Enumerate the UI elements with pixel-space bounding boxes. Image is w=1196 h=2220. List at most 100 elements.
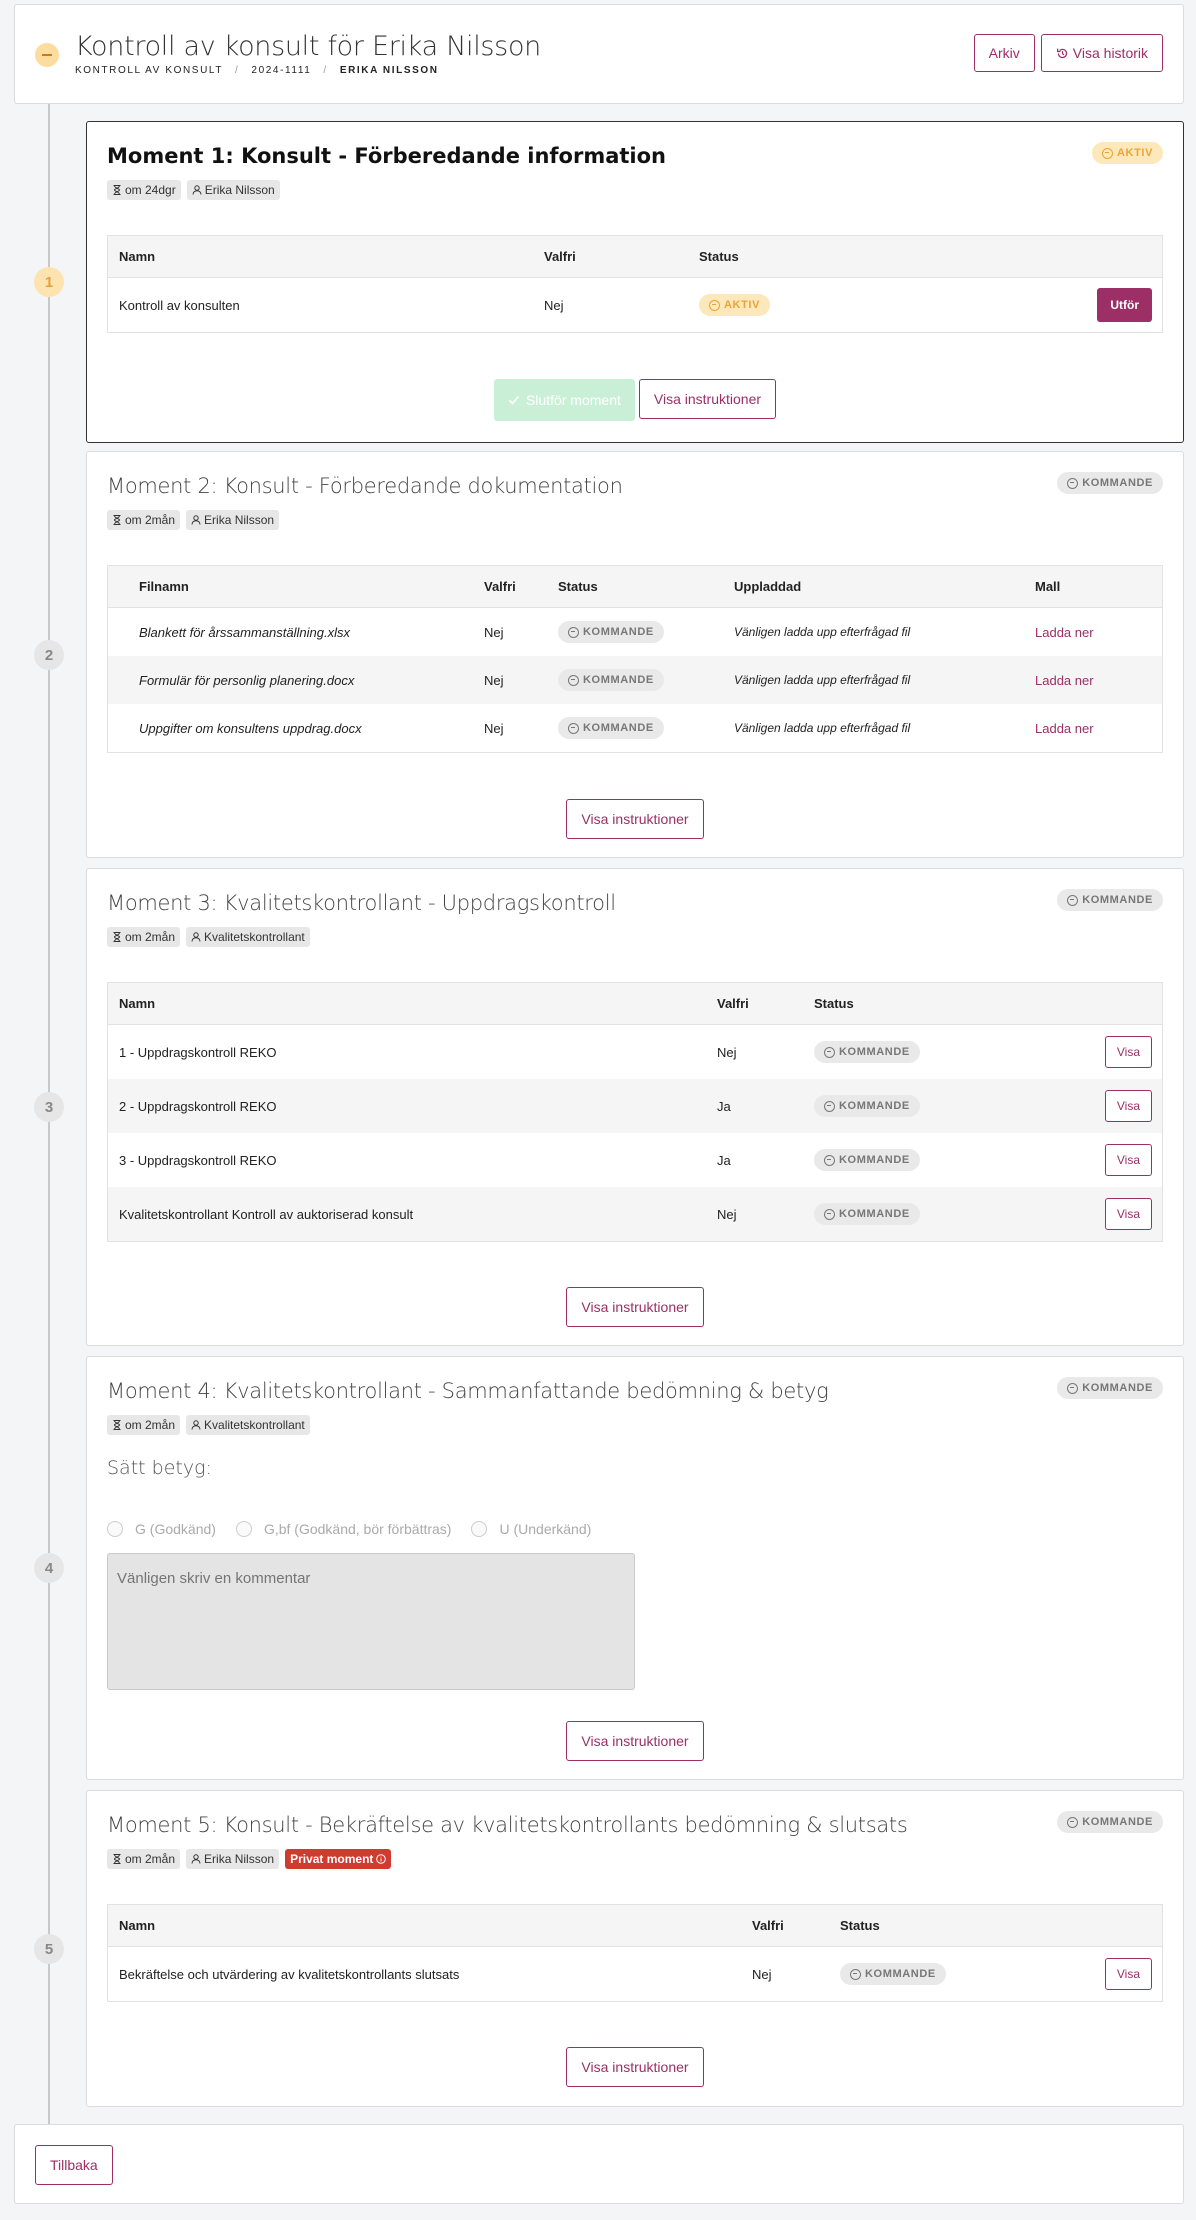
radio-button[interactable] <box>107 1521 123 1537</box>
row-optional: Ja <box>717 1152 731 1168</box>
status-badge-label: KOMMANDE <box>865 1968 936 1980</box>
column-header: Valfri <box>717 996 749 1011</box>
assignee-text: Kvalitetskontrollant <box>204 930 305 944</box>
status-badge: KOMMANDE <box>1057 1377 1163 1399</box>
row-name: 1 - Uppdragskontroll REKO <box>119 1044 277 1060</box>
column-header: Status <box>840 1918 880 1933</box>
status-icon <box>850 1968 861 1980</box>
row-name: 3 - Uppdragskontroll REKO <box>119 1152 277 1168</box>
moment-title: Moment 3: Kvalitetskontrollant - Uppdrag… <box>107 891 616 915</box>
table-row: 1 - Uppdragskontroll REKO Nej KOMMANDE V… <box>108 1025 1162 1079</box>
instructions-button[interactable]: Visa instruktioner <box>638 379 777 419</box>
status-badge: KOMMANDE <box>840 1963 946 1985</box>
status-badge: KOMMANDE <box>814 1095 920 1117</box>
comment-field[interactable] <box>107 1553 635 1690</box>
moment-title: Moment 2: Konsult - Förberedande dokumen… <box>107 474 623 498</box>
due-tag: om 24dgr <box>107 180 181 200</box>
instructions-button[interactable]: Visa instruktioner <box>566 1287 704 1327</box>
assignee-tag: Erika Nilsson <box>186 180 280 200</box>
row-optional: Nej <box>544 297 564 313</box>
status-badge-label: KOMMANDE <box>583 674 654 686</box>
column-header: Filnamn <box>139 579 189 594</box>
status-badge-label: KOMMANDE <box>839 1046 910 1058</box>
moment-3-card: Moment 3: Kvalitetskontrollant - Uppdrag… <box>86 868 1184 1346</box>
moment-5-table: Namn Valfri Status Bekräftelse och utvär… <box>107 1904 1163 2002</box>
view-button[interactable]: Visa <box>1104 1144 1152 1176</box>
download-link[interactable]: Ladda ner <box>1035 721 1094 736</box>
breadcrumb-item[interactable]: KONTROLL AV KONSULT <box>75 65 223 76</box>
assignee-tag: Erika Nilsson <box>186 1849 280 1869</box>
download-link[interactable]: Ladda ner <box>1035 673 1094 688</box>
private-moment-label: Privat moment <box>290 1852 374 1866</box>
hourglass-icon <box>113 1854 121 1864</box>
view-button[interactable]: Visa <box>1104 1198 1152 1230</box>
table-header: Filnamn Valfri Status Uppladdad Mall <box>108 566 1162 608</box>
view-button[interactable]: Visa <box>1104 1036 1152 1068</box>
instructions-button[interactable]: Visa instruktioner <box>566 799 704 839</box>
grade-label: Sätt betyg: <box>107 1457 212 1479</box>
hourglass-icon <box>113 1420 121 1430</box>
table-row: Blankett för årssammanställning.xlsx Nej… <box>108 608 1162 656</box>
row-optional: Nej <box>717 1044 737 1060</box>
status-icon <box>824 1046 835 1058</box>
status-badge: KOMMANDE <box>814 1203 920 1225</box>
instructions-button[interactable]: Visa instruktioner <box>566 1721 704 1761</box>
view-button[interactable]: Visa <box>1104 1958 1152 1990</box>
moment-title: Moment 5: Konsult - Bekräftelse av kvali… <box>107 1813 908 1837</box>
table-row: 2 - Uppdragskontroll REKO Ja KOMMANDE Vi… <box>108 1079 1162 1133</box>
due-tag: om 2mån <box>107 510 181 530</box>
status-badge: KOMMANDE <box>558 621 664 643</box>
step-number: 3 <box>34 1092 64 1122</box>
check-icon <box>508 395 520 405</box>
view-button[interactable]: Visa <box>1104 1090 1152 1122</box>
grade-option-gbf[interactable]: G,bf (Godkänd, bör förbättras) <box>235 1521 451 1537</box>
status-badge-label: KOMMANDE <box>583 722 654 734</box>
back-button[interactable]: Tillbaka <box>35 2145 113 2185</box>
column-header: Namn <box>119 1918 156 1933</box>
archive-button[interactable]: Arkiv <box>973 34 1035 72</box>
table-header: Namn Valfri Status <box>108 236 1162 278</box>
status-badge: KOMMANDE <box>558 717 664 739</box>
radio-button[interactable] <box>235 1521 252 1537</box>
due-tag: om 2mån <box>107 1849 181 1869</box>
instructions-button[interactable]: Visa instruktioner <box>566 2047 704 2087</box>
due-text: om 2mån <box>125 1418 176 1432</box>
column-header: Valfri <box>752 1918 784 1933</box>
assignee-text: Erika Nilsson <box>204 183 275 197</box>
step-number: 1 <box>34 267 64 297</box>
assignee-tag: Erika Nilsson <box>186 510 280 530</box>
row-name: Kvalitetskontrollant Kontroll av auktori… <box>119 1206 414 1222</box>
status-badge-label: AKTIV <box>724 299 760 311</box>
info-icon[interactable] <box>376 1854 387 1864</box>
status-badge-label: KOMMANDE <box>839 1208 910 1220</box>
table-row: Kontroll av konsulten Nej AKTIV Utför <box>108 278 1162 332</box>
status-icon <box>1067 1816 1079 1828</box>
grade-options: G (Godkänd) G,bf (Godkänd, bör förbättra… <box>107 1521 611 1537</box>
radio-button[interactable] <box>471 1521 488 1537</box>
history-button[interactable]: Visa historik <box>1040 34 1163 72</box>
status-icon <box>709 299 720 311</box>
status-badge: KOMMANDE <box>1057 1811 1163 1833</box>
column-header: Mall <box>1035 579 1061 594</box>
step-number: 5 <box>34 1934 64 1964</box>
column-header: Valfri <box>544 249 576 264</box>
status-icon <box>568 674 579 686</box>
status-badge-label: AKTIV <box>1117 147 1153 159</box>
collapse-icon[interactable] <box>35 43 59 67</box>
perform-button[interactable]: Utför <box>1097 288 1152 322</box>
page-title: Kontroll av konsult för Erika Nilsson <box>75 31 541 62</box>
status-icon <box>824 1208 835 1220</box>
page-footer: Tillbaka <box>14 2124 1184 2204</box>
table-row: Uppgifter om konsultens uppdrag.docx Nej… <box>108 704 1162 752</box>
user-icon <box>191 1854 201 1864</box>
status-badge-label: KOMMANDE <box>583 626 654 638</box>
status-badge-label: KOMMANDE <box>1082 477 1153 489</box>
status-badge-label: KOMMANDE <box>1082 1382 1153 1394</box>
user-icon <box>191 1420 201 1430</box>
download-link[interactable]: Ladda ner <box>1035 625 1094 640</box>
grade-option-u[interactable]: U (Underkänd) <box>471 1521 591 1537</box>
grade-option-g[interactable]: G (Godkänd) <box>107 1521 216 1537</box>
breadcrumb-item[interactable]: 2024-1111 <box>251 65 311 76</box>
column-header: Status <box>558 579 598 594</box>
due-text: om 24dgr <box>125 183 176 197</box>
